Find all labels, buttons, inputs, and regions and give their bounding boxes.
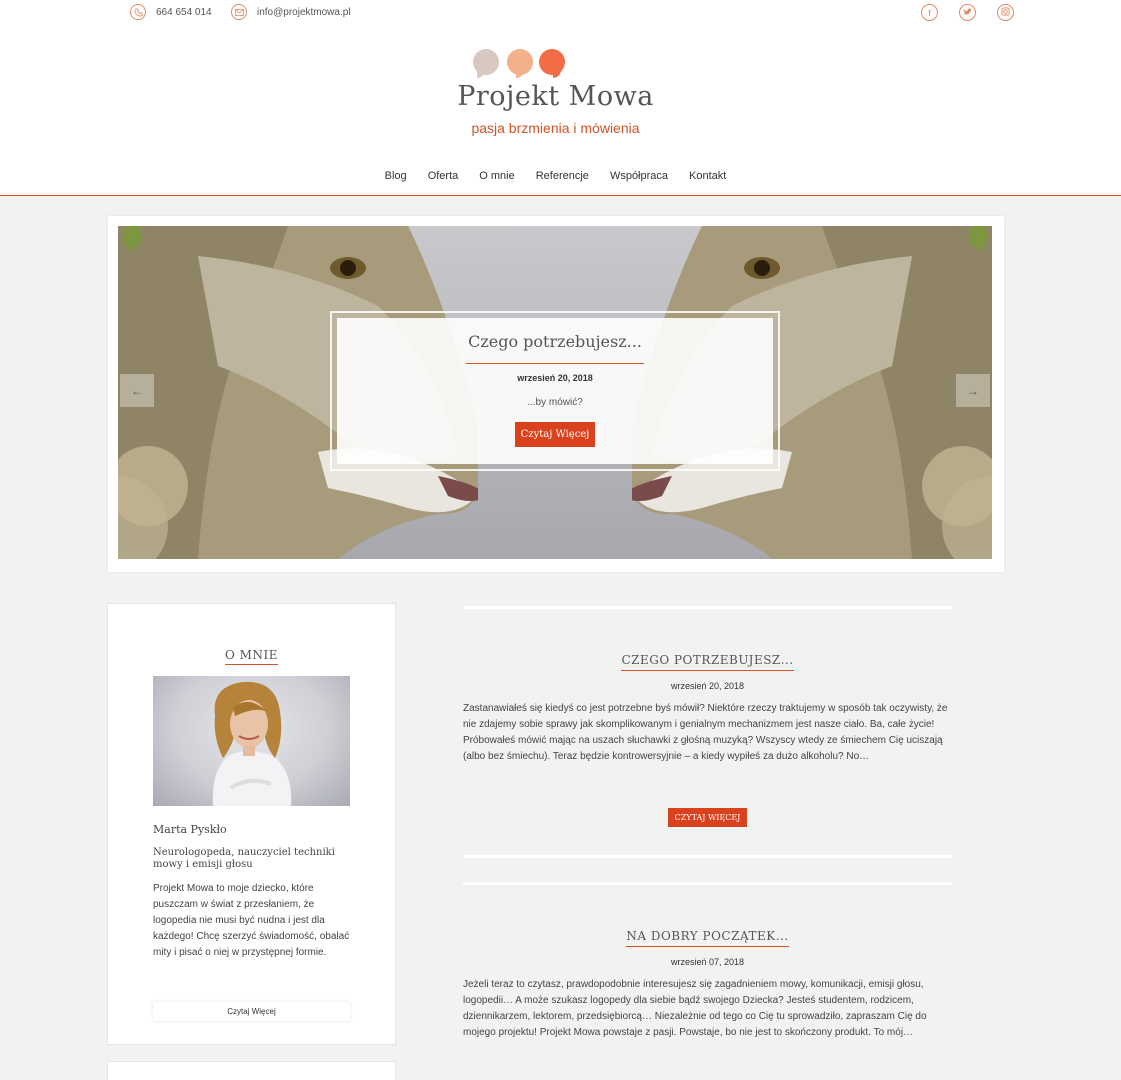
slider-prev-button[interactable]: ← — [120, 374, 154, 407]
envelope-icon — [231, 4, 247, 20]
slide-read-more-button[interactable]: Czytaj Więcej — [514, 422, 596, 447]
slider-next-button[interactable]: → — [956, 374, 990, 407]
nav-item-wspolpraca[interactable]: Współpraca — [610, 170, 668, 182]
site-header: 664 654 014 info@projektmowa.pl f Projek… — [0, 0, 1121, 196]
post-divider — [463, 606, 952, 609]
widget-title: O MNIE — [111, 648, 392, 665]
arrow-left-icon: ← — [131, 383, 143, 398]
author-photo — [153, 676, 350, 806]
slide-date: wrzesień 20, 2018 — [517, 373, 593, 383]
phone-number: 664 654 014 — [156, 6, 212, 18]
post-date: wrzesień 20, 2018 — [670, 681, 745, 691]
phone-icon — [130, 4, 146, 20]
slide-title[interactable]: Czego potrzebujesz... — [337, 332, 773, 351]
topbar: 664 654 014 info@projektmowa.pl f — [0, 0, 1121, 26]
post-title-text[interactable]: NA DOBRY POCZĄTEK... — [626, 929, 789, 947]
phone-contact[interactable]: 664 654 014 — [130, 4, 212, 20]
about-read-more-button[interactable]: Czytaj Więcej — [153, 1002, 350, 1021]
about-me-widget: O MNIE Marta Pyskło Neurologopeda, naucz… — [108, 604, 395, 1044]
widget-title-text: O MNIE — [225, 648, 278, 665]
nav-item-referencje[interactable]: Referencje — [536, 170, 589, 182]
post-divider — [463, 882, 952, 885]
post-excerpt: Zastanawiałeś się kiedyś co jest potrzeb… — [463, 703, 948, 762]
sidebar-widget-2 — [108, 1062, 395, 1080]
twitter-icon — [963, 7, 972, 18]
email-contact[interactable]: info@projektmowa.pl — [231, 4, 351, 20]
nav-item-kontakt[interactable]: Kontakt — [689, 170, 726, 182]
email-address: info@projektmowa.pl — [257, 6, 351, 18]
slide-divider — [466, 363, 644, 364]
logo-bubble-icon — [539, 49, 565, 78]
slide-excerpt: ...by mówić? — [527, 397, 583, 408]
post-date: wrzesień 07, 2018 — [670, 957, 745, 967]
logo-bubble-icon — [507, 49, 533, 78]
post-divider — [463, 855, 952, 858]
post-read-more-button[interactable]: CZYTAJ WIĘCEJ — [668, 808, 747, 827]
post-excerpt: Jeżeli teraz to czytasz, prawdopodobnie … — [463, 979, 927, 1038]
twitter-link[interactable] — [959, 4, 976, 21]
author-name: Marta Pyskło — [153, 823, 227, 836]
hero-slider: ← → Czego potrzebujesz... wrzesień 20, 2… — [108, 216, 1004, 572]
post-title[interactable]: CZEGO POTRZEBUJESZ... — [463, 653, 952, 671]
site-tagline: pasja brzmienia i mówienia — [471, 120, 640, 136]
slide-caption-inner: Czego potrzebujesz... wrzesień 20, 2018 … — [337, 318, 773, 464]
post-title[interactable]: NA DOBRY POCZĄTEK... — [463, 929, 952, 947]
instagram-link[interactable] — [997, 4, 1014, 21]
logo-speech-bubbles[interactable] — [473, 49, 573, 78]
author-role: Neurologopeda, nauczyciel techniki mowy … — [153, 847, 335, 870]
slide-caption: Czego potrzebujesz... wrzesień 20, 2018 … — [330, 311, 780, 471]
author-bio: Projekt Mowa to moje dziecko, które pusz… — [153, 883, 350, 958]
site-title[interactable]: Projekt Mowa — [0, 81, 1111, 112]
nav-item-o-mnie[interactable]: O mnie — [479, 170, 514, 182]
post-title-text[interactable]: CZEGO POTRZEBUJESZ... — [621, 653, 794, 671]
main-nav: Blog Oferta O mnie Referencje Współpraca… — [0, 170, 1111, 182]
facebook-link[interactable]: f — [921, 4, 938, 21]
slider-image: ← → Czego potrzebujesz... wrzesień 20, 2… — [118, 226, 992, 559]
instagram-icon — [1001, 7, 1010, 18]
facebook-icon: f — [928, 7, 931, 18]
nav-item-oferta[interactable]: Oferta — [428, 170, 459, 182]
logo-bubble-icon — [473, 49, 499, 78]
arrow-right-icon: → — [967, 383, 979, 398]
nav-item-blog[interactable]: Blog — [385, 170, 407, 182]
